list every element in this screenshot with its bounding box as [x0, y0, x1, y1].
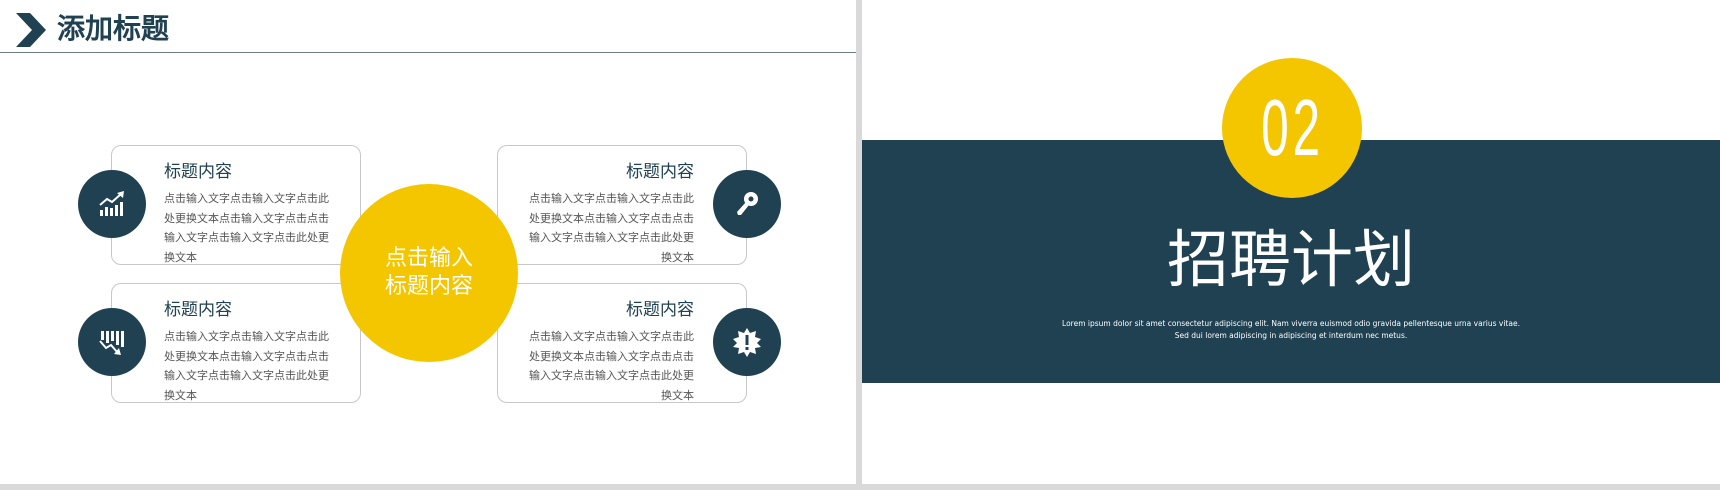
content-card-bottom-left: 标题内容 点击输入文字点击输入文字点击此处更换文本点击输入文字点击点击输入文字点…: [111, 283, 361, 403]
slide-left[interactable]: 添加标题 标题内容 点击输入文字点击输入文字点击此处更换文本点击输入文字点击点击…: [0, 0, 856, 484]
content-card-bottom-right: 标题内容 点击输入文字点击输入文字点击此处更换文本点击输入文字点击点击输入文字点…: [497, 283, 747, 403]
section-number: 02: [1260, 83, 1324, 172]
icon-badge-bottom-right: [713, 308, 781, 376]
icon-badge-top-right: [713, 170, 781, 238]
center-title-line1: 点击输入: [384, 246, 473, 271]
content-card-top-right: 标题内容 点击输入文字点击输入文字点击此处更换文本点击输入文字点击点击输入文字点…: [497, 145, 747, 265]
center-title-line2: 标题内容: [384, 274, 473, 299]
chevron-right-icon: [16, 13, 46, 47]
content-card-top-left: 标题内容 点击输入文字点击输入文字点击此处更换文本点击输入文字点击点击输入文字点…: [111, 145, 361, 265]
card-body: 点击输入文字点击输入文字点击此处更换文本点击输入文字点击点击输入文字点击输入文字…: [164, 192, 329, 264]
alert-badge-icon: [733, 328, 761, 357]
card-body: 点击输入文字点击输入文字点击此处更换文本点击输入文字点击点击输入文字点击输入文字…: [529, 330, 694, 402]
key-icon: [737, 192, 758, 215]
section-description: Lorem ipsum dolor sit amet consectetur a…: [1062, 319, 1520, 340]
chart-decline-icon: [99, 331, 124, 355]
card-heading: 标题内容: [164, 162, 232, 182]
card-heading: 标题内容: [626, 300, 694, 320]
section-title: 招聘计划: [1166, 223, 1415, 296]
chart-growth-icon: [99, 191, 124, 216]
icon-badge-bottom-left: [78, 308, 146, 376]
center-title-circle: 点击输入 标题内容: [340, 184, 518, 362]
slide-title: 添加标题: [57, 12, 170, 45]
section-number-circle: 02: [1222, 58, 1362, 198]
card-heading: 标题内容: [164, 300, 232, 320]
icon-badge-top-left: [78, 170, 146, 238]
title-divider: [0, 52, 856, 53]
card-body: 点击输入文字点击输入文字点击此处更换文本点击输入文字点击点击输入文字点击输入文字…: [529, 192, 694, 264]
card-heading: 标题内容: [626, 162, 694, 182]
slide-right[interactable]: 02 招聘计划 Lorem ipsum dolor sit amet conse…: [862, 0, 1720, 484]
card-body: 点击输入文字点击输入文字点击此处更换文本点击输入文字点击点击输入文字点击输入文字…: [164, 330, 329, 402]
